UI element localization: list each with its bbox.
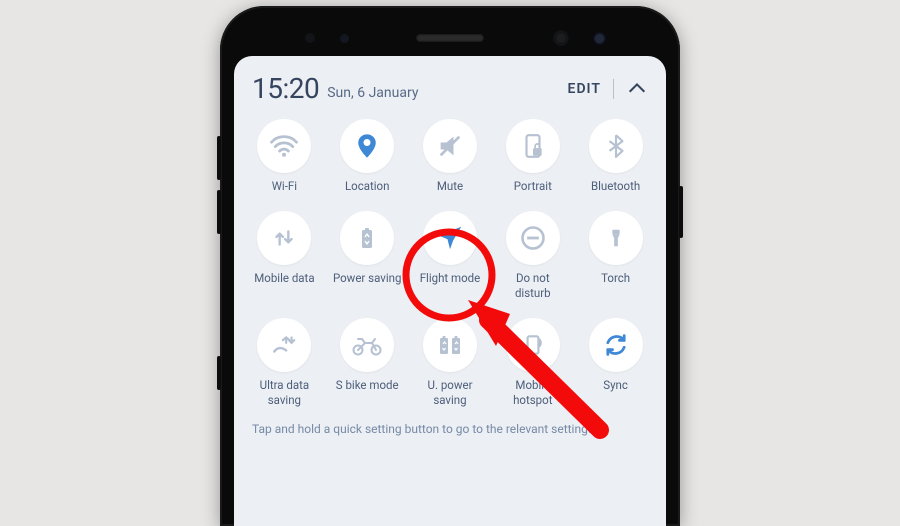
clock-time: 15:20	[252, 72, 319, 105]
tile-portrait[interactable]: Portrait	[492, 119, 573, 193]
earpiece-speaker-icon	[416, 34, 484, 42]
quick-settings-panel: 15:20 Sun, 6 January EDIT Wi-Fi Location…	[234, 56, 666, 526]
bluetooth-icon	[603, 133, 629, 159]
mute-icon	[436, 132, 464, 160]
tile-sync[interactable]: Sync	[575, 318, 656, 407]
tile-label: Wi-Fi	[272, 179, 297, 193]
chevron-up-icon	[626, 78, 648, 100]
front-camera-icon	[555, 32, 567, 44]
tile-ultra-data-saving[interactable]: Ultra data saving	[244, 318, 325, 407]
motorcycle-icon	[351, 333, 383, 357]
dual-battery-icon	[436, 332, 464, 358]
tile-label: S bike mode	[336, 378, 399, 392]
tile-power-saving[interactable]: Power saving	[327, 211, 408, 300]
airplane-icon	[435, 223, 465, 253]
tile-torch[interactable]: Torch	[575, 211, 656, 300]
tile-label: Sync	[603, 378, 628, 392]
hotspot-icon	[520, 332, 546, 358]
tile-flight-mode[interactable]: Flight mode	[410, 211, 491, 300]
tile-label: Bluetooth	[591, 179, 640, 193]
portrait-lock-icon	[520, 133, 546, 159]
location-pin-icon	[353, 132, 381, 160]
tile-label: Torch	[601, 271, 630, 285]
tile-label: Do not disturb	[497, 271, 569, 300]
quick-settings-grid: Wi-Fi Location Mute Portrait Bluetooth M	[234, 115, 666, 407]
dnd-icon	[519, 224, 547, 252]
tile-s-bike-mode[interactable]: S bike mode	[327, 318, 408, 407]
tile-label: Portrait	[514, 179, 552, 193]
power-button[interactable]	[679, 186, 683, 238]
tile-label: Mute	[437, 179, 463, 193]
tile-label: Power saving	[333, 271, 402, 285]
wifi-icon	[269, 131, 299, 161]
volume-up-button[interactable]	[217, 136, 221, 180]
hint-text: Tap and hold a quick setting button to g…	[234, 407, 666, 438]
phone-frame: 15:20 Sun, 6 January EDIT Wi-Fi Location…	[220, 6, 680, 526]
ultra-data-icon	[269, 332, 299, 358]
tile-do-not-disturb[interactable]: Do not disturb	[492, 211, 573, 300]
tile-label: Ultra data saving	[248, 378, 320, 407]
iris-sensor-icon	[595, 34, 604, 43]
sync-icon	[602, 331, 630, 359]
tile-label: U. power saving	[414, 378, 486, 407]
tile-label: Flight mode	[420, 271, 481, 285]
tile-mobile-data[interactable]: Mobile data	[244, 211, 325, 300]
tile-u-power-saving[interactable]: U. power saving	[410, 318, 491, 407]
tile-label: Location	[345, 179, 390, 193]
tile-bluetooth[interactable]: Bluetooth	[575, 119, 656, 193]
tile-mobile-hotspot[interactable]: Mobile hotspot	[492, 318, 573, 407]
tile-location[interactable]: Location	[327, 119, 408, 193]
tile-label: Mobile data	[254, 271, 314, 285]
edit-button[interactable]: EDIT	[568, 81, 601, 97]
tile-wifi[interactable]: Wi-Fi	[244, 119, 325, 193]
volume-down-button[interactable]	[217, 190, 221, 234]
sensor-dot-icon	[340, 34, 349, 43]
collapse-button[interactable]	[626, 78, 648, 100]
clock-date: Sun, 6 January	[327, 85, 418, 105]
divider	[613, 79, 614, 99]
bixby-button[interactable]	[217, 356, 221, 390]
tile-label: Mobile hotspot	[497, 378, 569, 407]
battery-recycle-icon	[355, 225, 379, 251]
phone-bezel	[220, 28, 680, 48]
tile-mute[interactable]: Mute	[410, 119, 491, 193]
sensor-dot-icon	[305, 33, 315, 43]
panel-header: 15:20 Sun, 6 January EDIT	[234, 56, 666, 115]
mobile-data-icon	[271, 225, 297, 251]
torch-icon	[605, 224, 627, 252]
